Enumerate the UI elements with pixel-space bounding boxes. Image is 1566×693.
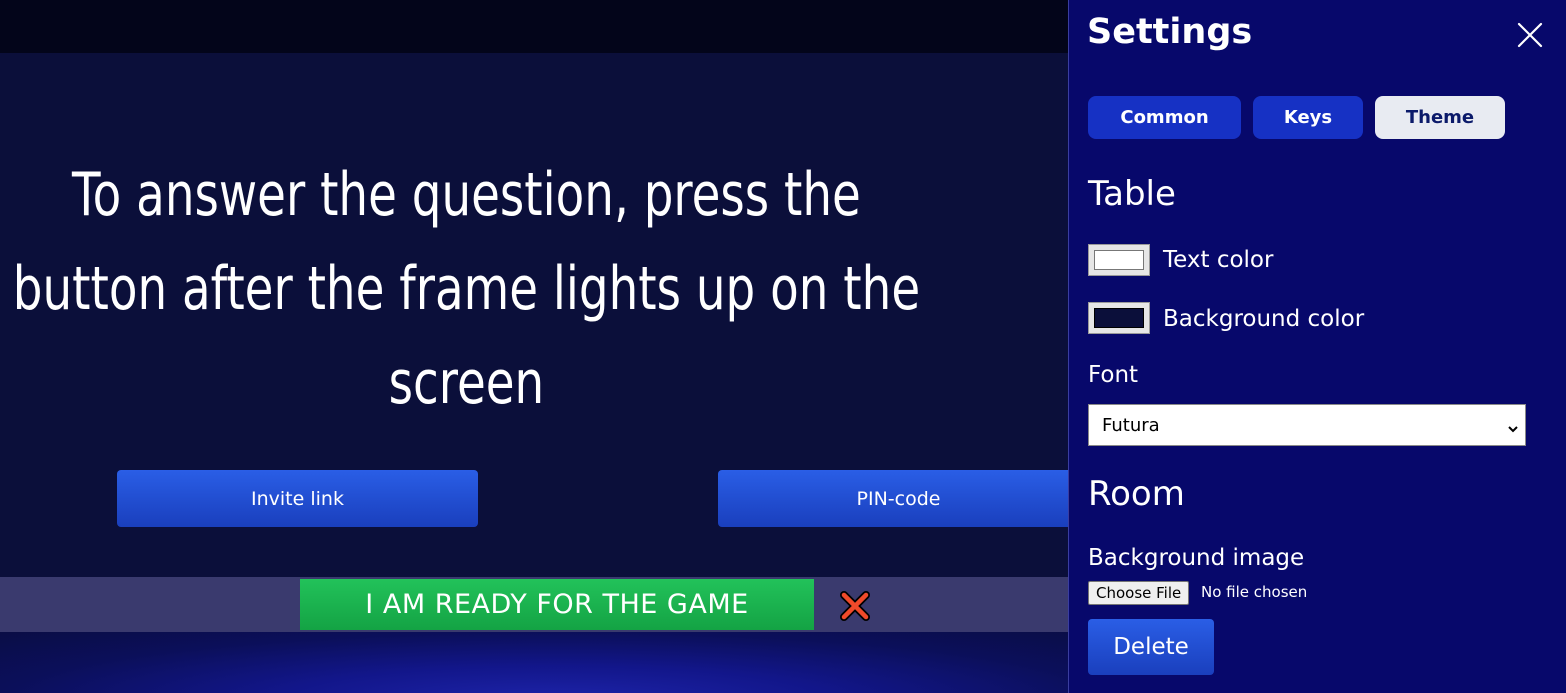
text-color-swatch [1094, 250, 1144, 270]
table-section-title: Table [1088, 174, 1176, 214]
room-section-title: Room [1088, 474, 1185, 514]
background-color-label: Background color [1163, 306, 1365, 332]
tab-common[interactable]: Common [1088, 96, 1241, 139]
font-label: Font [1088, 362, 1139, 388]
choose-file-button[interactable]: Choose File [1088, 581, 1190, 605]
close-icon[interactable] [1517, 22, 1543, 48]
ready-button[interactable]: I AM READY FOR THE GAME [300, 579, 814, 630]
tab-theme[interactable]: Theme [1375, 96, 1505, 139]
background-color-swatch [1094, 308, 1144, 328]
pin-code-button[interactable]: PIN-code [718, 470, 1079, 527]
bottom-background [0, 632, 1068, 693]
chevron-down-icon [1507, 419, 1519, 433]
font-selected-value: Futura [1102, 414, 1160, 436]
settings-title: Settings [1087, 12, 1253, 52]
text-color-label: Text color [1163, 247, 1274, 273]
top-bar [0, 0, 1068, 53]
settings-panel: Settings Common Keys Theme Table Text co… [1068, 0, 1566, 693]
tab-keys[interactable]: Keys [1253, 96, 1363, 139]
instruction-text: To answer the question, press the button… [12, 160, 921, 418]
background-image-label: Background image [1088, 545, 1305, 571]
invite-link-button[interactable]: Invite link [117, 470, 478, 527]
background-color-picker[interactable] [1088, 302, 1150, 334]
red-x-icon[interactable] [838, 589, 872, 623]
app-stage: To answer the question, press the button… [0, 0, 1566, 693]
file-status-text: No file chosen [1201, 583, 1308, 601]
text-color-picker[interactable] [1088, 244, 1150, 276]
font-select[interactable]: Futura [1088, 404, 1526, 446]
delete-button[interactable]: Delete [1088, 619, 1214, 675]
